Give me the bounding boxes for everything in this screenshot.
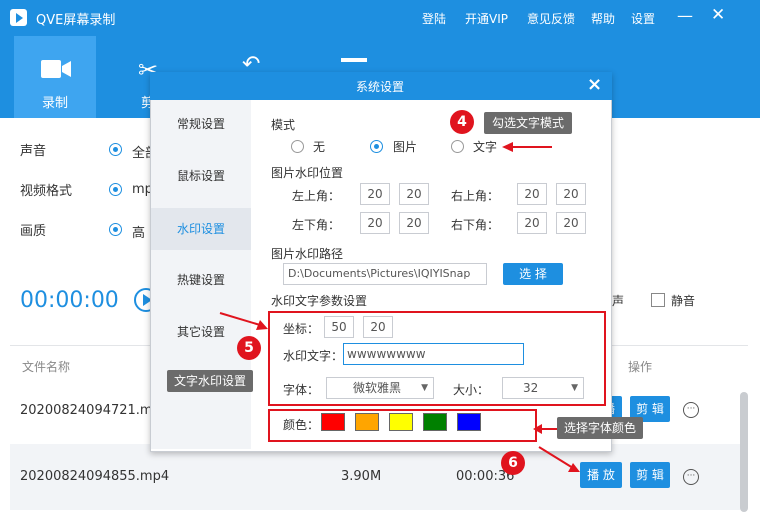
watermark-text-label: 水印文字： [283,349,344,363]
play-button[interactable]: 播 放 [580,462,622,488]
tab-record[interactable]: 录制 [14,36,96,118]
mute-label: 静音 [671,294,696,308]
bottom-left-label: 左下角： [292,218,341,232]
arrow-left-icon [502,142,513,152]
nav-watermark[interactable]: 水印设置 [151,208,251,250]
file-name: 20200824094721.mp4 [20,403,170,418]
text-params-label: 水印文字参数设置 [271,294,368,308]
quality-value: 高 [132,226,146,241]
annotation-tip-font-color: 选择字体颜色 [557,417,643,439]
app-logo-icon [10,9,27,26]
size-label: 大小： [453,383,490,397]
dialog-title-bar: 系统设置 × [150,72,612,100]
arrow-right-icon [219,312,268,330]
mode-text-radio[interactable] [451,140,464,153]
mode-text-label: 文字 [473,140,498,154]
top-right-label: 右上角： [451,189,500,203]
font-select[interactable]: 微软雅黑 ▼ [326,377,434,399]
nav-hotkey[interactable]: 热键设置 [151,260,251,300]
watermark-text-input[interactable]: wwwwwwww [343,343,524,365]
more-icon[interactable]: ··· [683,402,699,418]
quality-radio[interactable] [109,223,122,236]
mode-label: 模式 [271,118,296,132]
quality-label: 画质 [20,224,47,239]
bottom-right-x[interactable]: 20 [517,212,547,234]
menu-login[interactable]: 登陆 [422,10,446,27]
color-label: 颜色： [283,418,320,432]
img-pos-label: 图片水印位置 [271,166,344,180]
dialog-close-icon[interactable]: × [587,74,602,95]
title-bar: QVE屏幕录制 登陆 开通VIP 意见反馈 帮助 设置 — ✕ [0,0,760,36]
format-label: 视频格式 [20,184,73,199]
mode-image-radio[interactable] [370,140,383,153]
annotation-tip-text-mode: 勾选文字模式 [484,112,572,134]
nav-mouse[interactable]: 鼠标设置 [151,156,251,196]
arrow-right-icon [538,446,580,472]
menu-settings[interactable]: 设置 [631,10,655,27]
video-camera-icon [41,60,71,78]
more-icon[interactable]: ··· [683,469,699,485]
sound-radio[interactable] [109,143,122,156]
menu-bars-icon[interactable] [341,58,367,62]
menu-help[interactable]: 帮助 [591,10,615,27]
bottom-right-y[interactable]: 20 [556,212,586,234]
arrow-left-icon [533,424,542,434]
choose-file-button[interactable]: 选 择 [503,263,563,285]
top-left-y[interactable]: 20 [399,183,429,205]
col-filename: 文件名称 [22,360,71,374]
mode-image-label: 图片 [393,140,418,154]
top-right-y[interactable]: 20 [556,183,586,205]
chevron-down-icon: ▼ [571,383,578,393]
annotation-badge-4: 4 [450,110,474,134]
coord-x-input[interactable]: 50 [324,316,354,338]
chevron-down-icon: ▼ [421,383,428,393]
menu-vip[interactable]: 开通VIP [465,10,508,27]
color-swatch-blue[interactable] [457,413,481,431]
annotation-arrow [512,146,552,148]
file-name: 20200824094855.mp4 [20,469,170,484]
mute-checkbox[interactable] [651,293,665,307]
edit-button[interactable]: 剪 辑 [630,462,670,488]
dialog-title: 系统设置 [356,80,405,94]
app-title: QVE屏幕录制 [36,13,116,28]
annotation-badge-5: 5 [237,336,261,360]
close-icon[interactable]: ✕ [711,5,725,25]
format-radio[interactable] [109,183,122,196]
top-left-x[interactable]: 20 [360,183,390,205]
annotation-badge-6: 6 [501,451,525,475]
scrollbar[interactable] [740,392,748,512]
minimize-icon[interactable]: — [677,6,693,25]
font-label: 字体： [283,383,320,397]
coord-y-input[interactable]: 20 [363,316,393,338]
bottom-left-y[interactable]: 20 [399,212,429,234]
color-swatch-green[interactable] [423,413,447,431]
annotation-tip-text-watermark: 文字水印设置 [167,370,253,392]
coord-label: 坐标： [283,322,320,336]
annotation-arrow [540,428,557,430]
file-size: 3.90M [341,469,382,484]
bottom-left-x[interactable]: 20 [360,212,390,234]
size-select[interactable]: 32 ▼ [502,377,584,399]
font-select-value: 微软雅黑 [353,381,402,395]
top-left-label: 左上角： [292,189,341,203]
tab-record-label: 录制 [42,96,69,111]
path-label: 图片水印路径 [271,247,344,261]
size-select-value: 32 [523,381,539,395]
color-swatch-yellow[interactable] [389,413,413,431]
nav-general[interactable]: 常规设置 [151,104,251,144]
bottom-right-label: 右下角： [451,218,500,232]
mode-none-label: 无 [313,140,326,154]
color-swatch-orange[interactable] [355,413,379,431]
sound-label: 声音 [20,144,47,159]
mic-label: 声 [612,294,625,308]
watermark-path-input[interactable]: D:\Documents\Pictures\IQIYISnap [283,263,487,285]
top-right-x[interactable]: 20 [517,183,547,205]
col-ops: 操作 [628,360,653,374]
record-timer: 00:00:00 [20,288,119,313]
mode-none-radio[interactable] [291,140,304,153]
color-swatch-red[interactable] [321,413,345,431]
menu-feedback[interactable]: 意见反馈 [527,10,575,27]
